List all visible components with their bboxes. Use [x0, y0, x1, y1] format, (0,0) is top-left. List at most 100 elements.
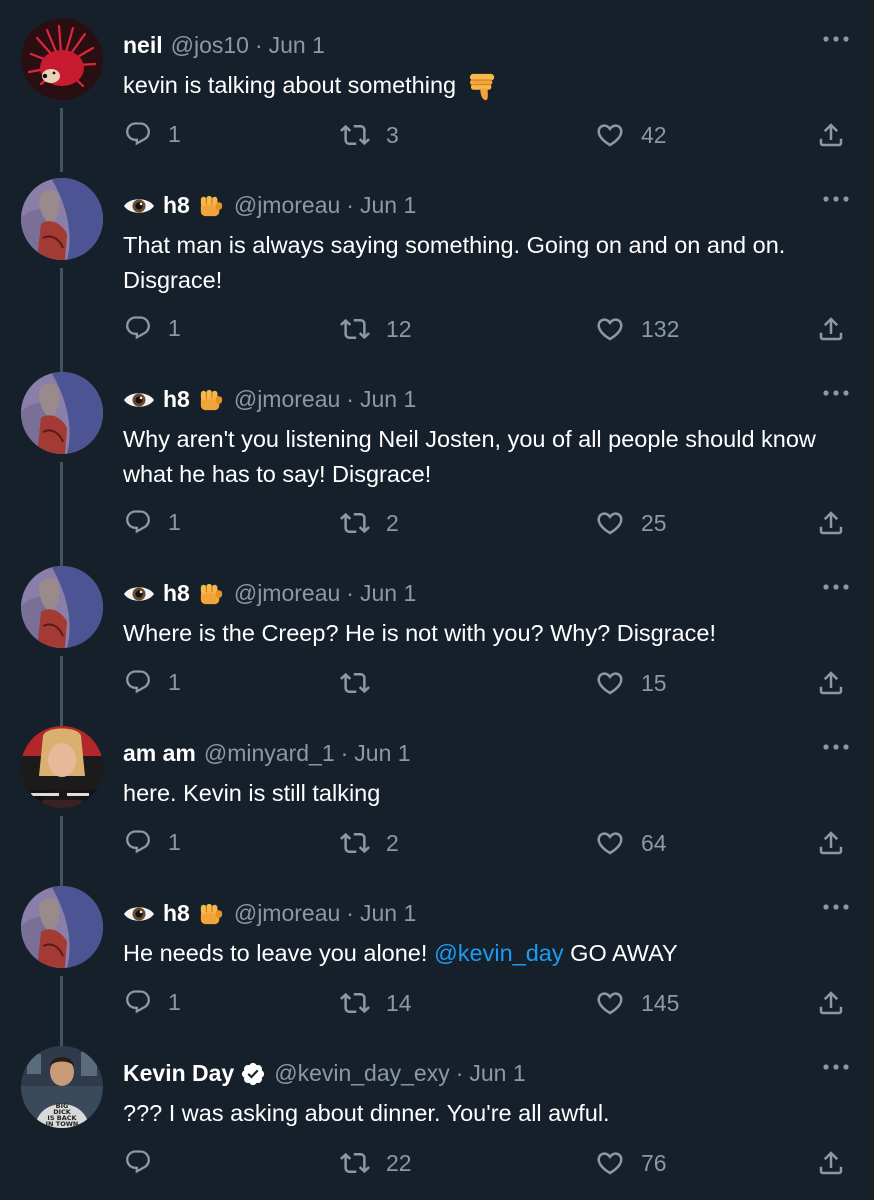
tweet[interactable]: neil @jos10 · Jun 1 kevin is talking abo… [0, 18, 874, 172]
avatar[interactable] [21, 178, 103, 260]
avatar[interactable] [21, 566, 103, 648]
display-name[interactable]: h8 [163, 900, 190, 927]
avatar[interactable] [21, 726, 103, 808]
tweet-header: h8 @jmoreau · Jun 1 [123, 580, 416, 607]
tweet[interactable]: h8 @jmoreau · Jun 1 That man is always s… [0, 178, 874, 376]
reply-button[interactable]: 1 [124, 508, 181, 536]
display-name[interactable]: Kevin Day [123, 1060, 234, 1087]
retweet-count: 22 [386, 1149, 412, 1176]
separator-dot: · [346, 386, 354, 412]
reply-button[interactable]: 1 [124, 988, 181, 1016]
avatar[interactable] [21, 886, 103, 968]
tweet-text: He needs to leave you alone! @kevin_day … [123, 936, 853, 971]
share-button[interactable] [816, 508, 846, 538]
reply-button[interactable]: 1 [124, 668, 181, 696]
like-button[interactable]: 25 [595, 508, 667, 538]
reply-icon [124, 120, 152, 148]
separator-dot: · [346, 192, 354, 218]
user-handle[interactable]: @jmoreau [234, 580, 340, 607]
eye-icon [123, 904, 155, 924]
display-name[interactable]: h8 [163, 580, 190, 607]
verified-badge-icon [240, 1061, 266, 1087]
reply-icon [124, 828, 152, 856]
heart-icon [595, 508, 625, 538]
like-button[interactable]: 42 [595, 120, 667, 150]
tweet-date[interactable]: Jun 1 [354, 740, 410, 767]
more-options-icon[interactable] [822, 1062, 850, 1072]
more-options-icon[interactable] [822, 34, 850, 44]
share-icon [816, 668, 846, 698]
display-name[interactable]: neil [123, 32, 163, 59]
share-button[interactable] [816, 828, 846, 858]
tweet-actions: 1 12 132 [0, 314, 874, 348]
tweet-actions: 1 14 145 [0, 988, 874, 1022]
like-count: 145 [641, 989, 680, 1016]
reply-button[interactable]: 1 [124, 120, 181, 148]
tweet[interactable]: h8 @jmoreau · Jun 1 He needs to leave yo… [0, 886, 874, 1048]
tweet-actions: 1 3 42 [0, 120, 874, 154]
like-count: 15 [641, 669, 667, 696]
share-button[interactable] [816, 988, 846, 1018]
tweet-date[interactable]: Jun 1 [469, 1060, 525, 1087]
share-icon [816, 120, 846, 150]
display-name[interactable]: am am [123, 740, 196, 767]
retweet-button[interactable]: 2 [340, 828, 399, 858]
user-handle[interactable]: @jmoreau [234, 192, 340, 219]
heart-icon [595, 120, 625, 150]
tweet-date[interactable]: Jun 1 [360, 386, 416, 413]
tweet-date[interactable]: Jun 1 [360, 900, 416, 927]
more-options-icon[interactable] [822, 194, 850, 204]
tweet-date[interactable]: Jun 1 [269, 32, 325, 59]
reply-button[interactable]: 1 [124, 828, 181, 856]
like-button[interactable]: 145 [595, 988, 679, 1018]
share-icon [816, 508, 846, 538]
tweet-text: kevin is talking about something [123, 68, 853, 103]
user-handle[interactable]: @jos10 [171, 32, 249, 59]
tweet[interactable]: BIG DICK IS BACK IN TOWN Kevin Day @kevi… [0, 1046, 874, 1200]
tweet[interactable]: am am @minyard_1 · Jun 1 here. Kevin is … [0, 726, 874, 888]
reply-button[interactable] [124, 1148, 168, 1176]
retweet-count: 2 [386, 829, 399, 856]
like-button[interactable]: 76 [595, 1148, 667, 1178]
like-button[interactable]: 132 [595, 314, 679, 344]
mention-link[interactable]: @kevin_day [434, 940, 564, 966]
svg-text:IN TOWN: IN TOWN [46, 1120, 79, 1128]
retweet-button[interactable]: 3 [340, 120, 399, 150]
share-button[interactable] [816, 1148, 846, 1178]
more-options-icon[interactable] [822, 902, 850, 912]
display-name[interactable]: h8 [163, 192, 190, 219]
share-button[interactable] [816, 120, 846, 150]
thumbs-down-icon [469, 71, 497, 103]
share-button[interactable] [816, 314, 846, 344]
tweet[interactable]: h8 @jmoreau · Jun 1 Why aren't you liste… [0, 372, 874, 570]
retweet-button[interactable]: 22 [340, 1148, 412, 1178]
user-handle[interactable]: @minyard_1 [204, 740, 335, 767]
like-button[interactable]: 64 [595, 828, 667, 858]
like-button[interactable]: 15 [595, 668, 667, 698]
display-name[interactable]: h8 [163, 386, 190, 413]
retweet-button[interactable]: 12 [340, 314, 412, 344]
reply-button[interactable]: 1 [124, 314, 181, 342]
user-handle[interactable]: @kevin_day_exy [274, 1060, 450, 1087]
tweet-date[interactable]: Jun 1 [360, 192, 416, 219]
reply-count: 1 [168, 988, 181, 1015]
like-count: 25 [641, 509, 667, 536]
more-options-icon[interactable] [822, 742, 850, 752]
retweet-button[interactable] [340, 668, 386, 698]
more-options-icon[interactable] [822, 582, 850, 592]
avatar[interactable]: BIG DICK IS BACK IN TOWN [21, 1046, 103, 1128]
avatar[interactable] [21, 18, 103, 100]
user-handle[interactable]: @jmoreau [234, 900, 340, 927]
eye-icon [123, 196, 155, 216]
user-handle[interactable]: @jmoreau [234, 386, 340, 413]
avatar[interactable] [21, 372, 103, 454]
retweet-button[interactable]: 14 [340, 988, 412, 1018]
tweet[interactable]: h8 @jmoreau · Jun 1 Where is the Creep? … [0, 566, 874, 728]
tweet-header: am am @minyard_1 · Jun 1 [123, 740, 411, 767]
tweet-date[interactable]: Jun 1 [360, 580, 416, 607]
tweet-actions: 1 2 25 [0, 508, 874, 542]
retweet-button[interactable]: 2 [340, 508, 399, 538]
share-button[interactable] [816, 668, 846, 698]
more-options-icon[interactable] [822, 388, 850, 398]
heart-icon [595, 314, 625, 344]
